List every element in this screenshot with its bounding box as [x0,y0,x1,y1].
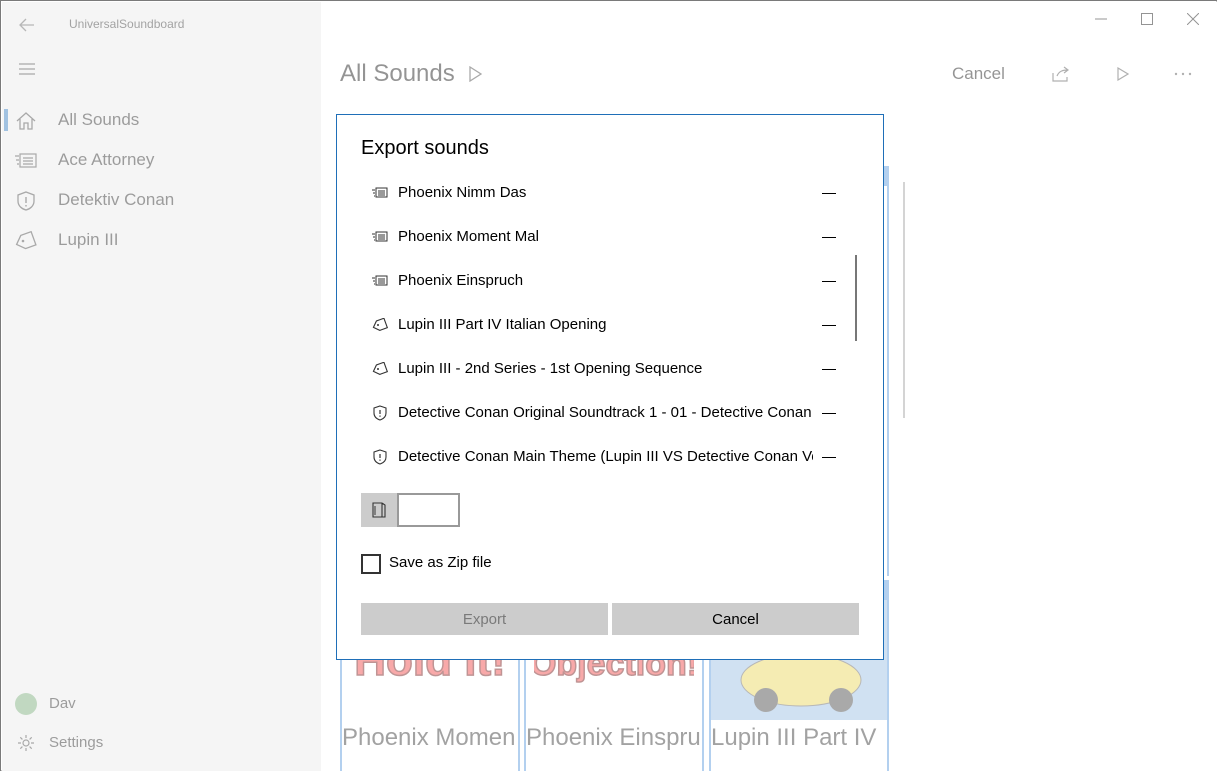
minimize-button[interactable] [1078,6,1124,32]
page-scrollbar[interactable] [903,182,905,418]
newspaper-icon [372,273,388,289]
shield-icon [14,189,38,213]
folder-path-field[interactable] [397,493,460,527]
tag-icon [372,317,388,333]
settings-label: Settings [49,734,104,751]
user-name: Dav [49,695,76,712]
cancel-button[interactable]: Cancel [612,603,859,635]
remove-sound-button[interactable] [821,185,837,201]
settings-button[interactable]: Settings [2,725,321,761]
play-selected-button[interactable] [1111,62,1135,86]
sidebar-item-label: All Sounds [58,110,140,129]
avatar [14,692,38,716]
play-icon [469,66,482,82]
tag-icon [372,361,388,377]
play-all-button[interactable] [463,62,487,86]
sound-name: Lupin III - 2nd Series - 1st Opening Seq… [398,360,703,377]
remove-sound-button[interactable] [821,449,837,465]
hamburger-icon [19,63,35,75]
share-button[interactable] [1049,62,1073,86]
sidebar-item-ace-attorney[interactable]: Ace Attorney [2,140,321,180]
tile-name: Phoenix Einspru [526,724,701,751]
list-item: Lupin III Part IV Italian Opening [361,303,839,347]
maximize-icon [1141,13,1153,25]
sound-name: Phoenix Einspruch [398,272,524,289]
shield-icon [372,449,388,465]
more-options-button[interactable] [1171,62,1195,86]
hamburger-menu-button[interactable] [14,56,40,82]
home-icon [14,109,38,133]
export-button[interactable]: Export [361,603,608,635]
share-icon [1052,66,1069,82]
sidebar-item-label: Detektiv Conan [58,190,175,209]
back-button[interactable] [14,12,40,38]
list-scrollbar[interactable] [855,255,857,341]
app-window: UniversalSoundboard All Sounds Ace Attor… [0,0,1217,771]
sound-name: Lupin III Part IV Italian Opening [398,316,607,333]
remove-sound-button[interactable] [821,229,837,245]
gear-icon [14,731,38,755]
save-as-zip-label: Save as Zip file [389,554,492,571]
remove-sound-button[interactable] [821,317,837,333]
list-item: Phoenix Moment Mal [361,215,839,259]
close-button[interactable] [1170,6,1216,32]
remove-sound-button[interactable] [821,405,837,421]
sound-name: Phoenix Moment Mal [398,228,539,245]
user-account-button[interactable]: Dav [2,686,321,722]
choose-folder-button[interactable] [361,493,397,527]
page-title: All Sounds [340,60,455,87]
remove-sound-button[interactable] [821,361,837,377]
navigation-pane: UniversalSoundboard All Sounds Ace Attor… [2,2,321,771]
sidebar-item-lupin-iii[interactable]: Lupin III [2,220,321,260]
play-icon [1117,67,1129,81]
sound-name: Detective Conan Original Soundtrack 1 - … [398,404,812,421]
cancel-selection-button[interactable]: Cancel [952,64,1005,84]
export-sounds-dialog: Export sounds Phoenix Nimm Das Phoenix M… [336,114,884,660]
sound-name: Detective Conan Main Theme (Lupin III VS… [398,448,813,465]
more-icon [1174,72,1192,76]
shield-icon [372,405,388,421]
sound-name: Phoenix Nimm Das [398,184,527,201]
sidebar-item-all-sounds[interactable]: All Sounds [2,100,321,140]
maximize-button[interactable] [1124,6,1170,32]
folder-icon [372,502,386,518]
sidebar-item-label: Ace Attorney [58,150,155,169]
newspaper-icon [372,185,388,201]
close-icon [1187,13,1199,25]
tag-icon [14,229,38,253]
save-as-zip-checkbox[interactable] [361,554,381,574]
export-sound-list[interactable]: Phoenix Nimm Das Phoenix Moment Mal Phoe… [361,171,839,479]
list-item: Phoenix Einspruch [361,259,839,303]
list-item: Lupin III - 2nd Series - 1st Opening Seq… [361,347,839,391]
back-arrow-icon [19,18,34,32]
newspaper-icon [14,149,38,173]
list-item: Phoenix Nimm Das [361,171,839,215]
sidebar-item-detektiv-conan[interactable]: Detektiv Conan [2,180,321,220]
newspaper-icon [372,229,388,245]
app-title: UniversalSoundboard [69,17,185,31]
list-item: Detective Conan Original Soundtrack 1 - … [361,391,839,435]
list-item: Detective Conan Main Theme (Lupin III VS… [361,435,839,479]
tile-name: Phoenix Momen [342,724,516,751]
remove-sound-button[interactable] [821,273,837,289]
sidebar-item-label: Lupin III [58,230,119,249]
minimize-icon [1095,18,1107,20]
dialog-title: Export sounds [361,137,489,159]
tile-name: Lupin III Part IV [711,724,877,751]
